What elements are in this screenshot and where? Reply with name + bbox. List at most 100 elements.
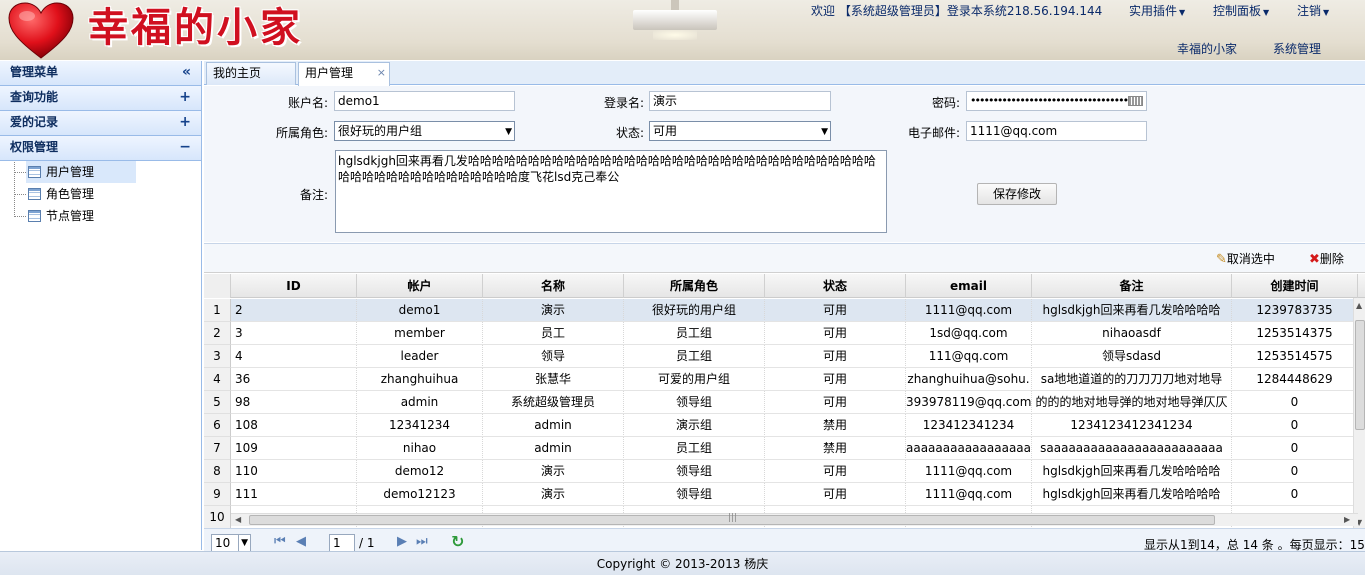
section-love-records[interactable]: 爱的记录 + [0,111,201,136]
page-size-select[interactable]: 10 ▼ [211,534,251,552]
scroll-thumb[interactable] [1355,320,1365,430]
column-header-created[interactable]: 创建时间 [1232,274,1358,298]
account-input[interactable]: demo1 [334,91,515,111]
last-page-icon[interactable]: ⏭ [416,534,428,549]
save-changes-button[interactable]: 保存修改 [977,183,1057,205]
scroll-left-icon[interactable]: ◀ [235,515,241,524]
tab-my-home[interactable]: 我的主页 [206,62,296,85]
delete-button[interactable]: ✖删除 [1309,250,1344,267]
table-row[interactable]: 4 leader 领导 员工组 可用 111@qq.com 领导sdasd 125351457… [231,345,1358,368]
cell-created: 0 [1232,414,1358,436]
cell-name: 演示 [483,460,624,482]
cell-remark: nihaoasdf [1032,322,1232,344]
horizontal-scrollbar[interactable]: ◀ ||| ▶ [231,513,1358,526]
table-row[interactable]: 98 admin 系统超级管理员 领导组 可用 393978119@qq.com 的的的地对… [231,391,1358,414]
cell-account: demo12 [357,460,483,482]
status-select[interactable]: 可用 ▼ [649,121,831,141]
menu-plugins[interactable]: 实用插件 ▼ [1129,2,1185,19]
column-header-remark[interactable]: 备注 [1032,274,1232,298]
cell-account: demo1 [357,299,483,321]
scroll-up-icon[interactable]: ▲ [1356,301,1362,310]
row-number: 10 [204,506,231,529]
cell-role: 演示组 [624,414,765,436]
first-page-icon[interactable]: ⏮ [274,534,286,549]
role-select[interactable]: 很好玩的用户组 ▼ [334,121,515,141]
cell-name: admin [483,414,624,436]
page-number-input[interactable]: 1 [329,534,355,552]
cell-id: 109 [231,437,357,459]
column-header-id[interactable]: ID [231,274,357,298]
collapse-sidebar-icon[interactable]: « [182,61,191,84]
cell-name: 领导 [483,345,624,367]
chevron-down-icon: ▼ [238,535,248,551]
table-row[interactable]: 111 demo12123 演示 领导组 可用 1111@qq.com hglsdkjgh回… [231,483,1358,506]
subnav-system-admin[interactable]: 系统管理 [1273,40,1321,57]
subnav-home[interactable]: 幸福的小家 [1177,40,1237,57]
welcome-text: 欢迎 【系统超级管理员】登录本系统218.56.194.144 [811,4,1103,18]
section-query[interactable]: 查询功能 + [0,86,201,111]
cell-name: 系统超级管理员 [483,391,624,413]
cell-id: 3 [231,322,357,344]
cell-role: 员工组 [624,345,765,367]
heart-logo-icon [8,2,74,59]
email-input[interactable]: 1111@qq.com [966,121,1147,141]
next-page-icon[interactable]: ▶ [397,534,407,549]
table-row[interactable]: 36 zhanghuihua 张慧华 可爱的用户组 可用 zhanghuihua@sohu… [231,368,1358,391]
table-row[interactable]: 2 demo1 演示 很好玩的用户组 可用 1111@qq.com hglsdkjgh回来再… [231,299,1358,322]
column-header-account[interactable]: 帐户 [357,274,483,298]
scroll-right-icon[interactable]: ▶ [1344,515,1350,524]
grid-header: ID 帐户 名称 所属角色 状态 email 备注 创建时间 [204,274,1365,298]
table-row[interactable]: 3 member 员工 员工组 可用 1sd@qq.com nihaoasdf 1253514… [231,322,1358,345]
login-name-input[interactable]: 演示 [649,91,831,111]
cell-status: 可用 [765,368,906,390]
menu-control-panel[interactable]: 控制面板 ▼ [1213,2,1269,19]
tab-user-management[interactable]: 用户管理 × [298,62,390,86]
cell-email: 1sd@qq.com [906,322,1032,344]
prev-page-icon[interactable]: ◀ [296,534,306,549]
expand-icon[interactable]: + [179,111,191,134]
cell-email: 123412341234 [906,414,1032,436]
cell-created: 1253514375 [1232,322,1358,344]
cell-email: 111@qq.com [906,345,1032,367]
app-header: 幸福的小家 欢迎 【系统超级管理员】登录本系统218.56.194.144 实用… [0,0,1365,60]
table-row[interactable]: 110 demo12 演示 领导组 可用 1111@qq.com hglsdkjgh回来再看… [231,460,1358,483]
column-header-email[interactable]: email [906,274,1032,298]
cell-email: 1111@qq.com [906,299,1032,321]
cell-id: 108 [231,414,357,436]
cell-remark: hglsdkjgh回来再看几发哈哈哈哈 [1032,483,1232,505]
cell-status: 可用 [765,299,906,321]
password-input[interactable]: ••••••••••••••••••••••••••••••••••• [966,91,1147,111]
scroll-thumb[interactable]: ||| [249,513,1215,525]
account-label: 账户名: [287,96,328,110]
sidebar-item-user-management[interactable]: 用户管理 [0,161,201,183]
cell-remark: 1234123412341234 [1032,414,1232,436]
cell-status: 禁用 [765,414,906,436]
sidebar-item-role-management[interactable]: 角色管理 [0,183,201,205]
column-header-name[interactable]: 名称 [483,274,624,298]
cell-status: 可用 [765,322,906,344]
caret-down-icon: ▼ [1263,8,1270,17]
close-tab-icon[interactable]: × [377,62,386,83]
chevron-down-icon: ▼ [505,127,512,137]
cell-email: zhanghuihua@sohu. [906,368,1032,390]
column-header-status[interactable]: 状态 [765,274,906,298]
remark-textarea[interactable]: hglsdkjgh回来再看几发哈哈哈哈哈哈哈哈哈哈哈哈哈哈哈哈哈哈哈哈哈哈哈哈哈… [335,150,887,233]
caret-down-icon: ▼ [1179,8,1186,17]
cell-account: zhanghuihua [357,368,483,390]
sidebar-item-node-management[interactable]: 节点管理 [0,205,201,227]
table-row[interactable]: 108 12341234 admin 演示组 禁用 123412341234 1234123… [231,414,1358,437]
cell-account: admin [357,391,483,413]
deselect-button[interactable]: ✎取消选中 [1216,250,1275,267]
expand-icon[interactable]: + [179,86,191,109]
collapse-icon[interactable]: − [179,136,191,159]
cell-account: demo12123 [357,483,483,505]
row-number: 6 [204,414,231,437]
column-header-role[interactable]: 所属角色 [624,274,765,298]
menu-logout[interactable]: 注销 ▼ [1297,2,1329,19]
vertical-scrollbar[interactable]: ▲ ▼ [1353,298,1365,530]
table-row[interactable]: 109 nihao admin 员工组 禁用 aaaaaaaaaaaaaaaaa saaaa… [231,437,1358,460]
cell-name: 演示 [483,483,624,505]
keyboard-icon [1128,96,1143,106]
section-permissions[interactable]: 权限管理 − [0,136,201,161]
refresh-icon[interactable]: ↻ [451,532,464,551]
